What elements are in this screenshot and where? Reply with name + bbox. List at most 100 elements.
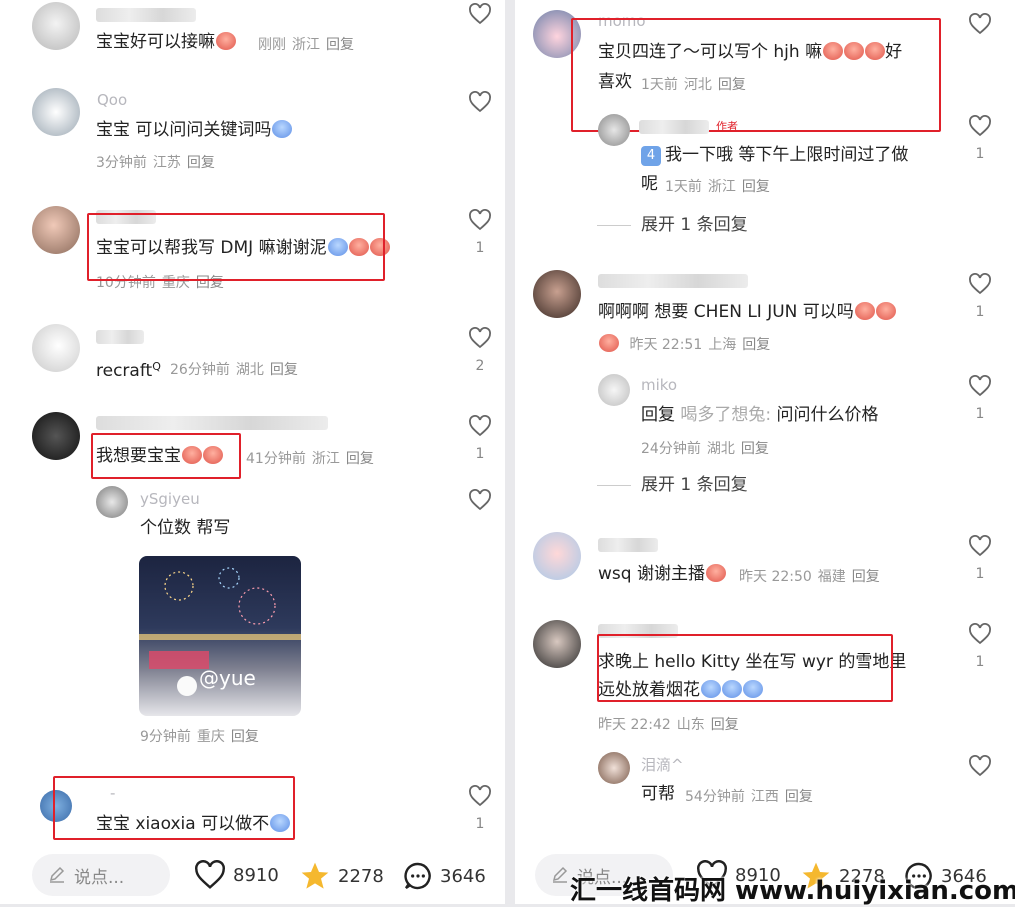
avatar[interactable] [598, 114, 630, 146]
username-blurred [598, 538, 658, 552]
comment-text: 回复 喝多了想兔: 问问什么价格 [641, 405, 879, 425]
avatar[interactable] [533, 532, 581, 580]
like-count: 2 [475, 358, 485, 374]
comment-meta: 3分钟前 江苏 回复 [96, 155, 215, 171]
reply-link[interactable]: 回复 [711, 717, 739, 733]
comment-meta: 26分钟前 湖北 回复 [170, 362, 298, 378]
comment-text: 宝宝 可以问问关键词吗 [96, 118, 293, 142]
comment-meta: 昨天 22:42 山东 回复 [598, 717, 739, 733]
avatar[interactable] [32, 412, 80, 460]
reply-link[interactable]: 回复 [326, 37, 354, 53]
like-heart-icon[interactable] [467, 208, 493, 232]
like-heart-icon[interactable] [967, 374, 993, 398]
like-heart-icon[interactable] [467, 784, 493, 808]
emoji-icon [854, 302, 875, 320]
likes-stat[interactable]: 8910 [193, 860, 279, 890]
site-watermark: 汇一线首码网 www.huiyixian.com [570, 876, 1015, 906]
emoji-icon [216, 32, 236, 50]
expand-replies-link[interactable]: 展开 1 条回复 [597, 210, 748, 235]
search-icon: Q [152, 360, 161, 373]
like-heart-icon[interactable] [467, 326, 493, 350]
highlight-box [597, 634, 893, 702]
like-heart-icon[interactable] [467, 414, 493, 438]
username-blurred [96, 330, 144, 344]
avatar[interactable] [32, 88, 80, 136]
left-comment-panel: 宝宝好可以接嘛 刚刚 浙江 回复 Qoo 宝宝 可以问问关键词吗 3分钟前 江苏 回复 … [0, 0, 505, 904]
bottom-bar: 说点... 8910 2278 3646 [0, 842, 505, 904]
like-count: 1 [475, 446, 485, 462]
photo-caption: @yue [199, 666, 256, 690]
avatar[interactable] [32, 324, 80, 372]
comment-meta: 9分钟前 重庆 回复 [140, 729, 259, 745]
username-blurred [598, 274, 748, 288]
reply-link[interactable]: 回复 [346, 451, 374, 467]
like-heart-icon[interactable] [467, 488, 493, 512]
comment-meta: 24分钟前 湖北 回复 [641, 441, 769, 457]
like-heart-icon[interactable] [467, 90, 493, 114]
username-blurred [96, 416, 328, 430]
like-count: 1 [975, 406, 985, 422]
reply-link[interactable]: 回复 [742, 337, 770, 353]
comment-meta: 昨天 22:51 上海 回复 [598, 334, 776, 354]
reply-link[interactable]: 回复 [741, 441, 769, 457]
panel-divider [505, 0, 515, 904]
like-count: 1 [975, 654, 985, 670]
reply-link[interactable]: 回复 [231, 729, 259, 745]
reply-link[interactable]: 回复 [785, 789, 813, 805]
right-comment-panel: momo 宝贝四连了～可以写个 hjh 嘛好 喜欢 1天前 河北 回复 作者 4 我一… [515, 0, 1015, 904]
comment-text: 可帮 [641, 784, 675, 804]
emoji-icon [599, 334, 619, 352]
like-heart-icon[interactable] [967, 12, 993, 36]
like-heart-icon[interactable] [967, 622, 993, 646]
comment-meta: 昨天 22:50 福建 回复 [739, 569, 880, 585]
like-heart-icon[interactable] [967, 754, 993, 778]
like-heart-icon[interactable] [467, 2, 493, 26]
username[interactable]: 泪滴^ [641, 754, 684, 775]
avatar[interactable] [533, 270, 581, 318]
comment-meta: 刚刚 浙江 回复 [258, 37, 354, 53]
number-badge: 4 [641, 146, 661, 166]
like-count: 1 [475, 816, 485, 832]
reply-link[interactable]: 回复 [852, 569, 880, 585]
comment-bubble-icon [404, 862, 431, 890]
comments-stat[interactable]: 3646 [402, 860, 486, 892]
username[interactable]: ySgiyeu [140, 490, 200, 508]
username[interactable]: Qoo [97, 91, 127, 109]
like-heart-icon[interactable] [967, 114, 993, 138]
username-blurred [96, 8, 196, 22]
highlight-box [91, 433, 241, 479]
comment-text: 个位数 帮写 [140, 518, 231, 538]
avatar[interactable] [533, 620, 581, 668]
highlight-box [571, 18, 941, 132]
reply-link[interactable]: 回复 [187, 155, 215, 171]
favorites-stat[interactable]: 2278 [298, 860, 384, 892]
comment-meta: 54分钟前 江西 回复 [685, 789, 813, 805]
reply-link[interactable]: 回复 [742, 179, 770, 195]
avatar[interactable] [598, 374, 630, 406]
star-icon [301, 862, 329, 889]
like-count: 1 [475, 240, 485, 256]
like-count: 1 [975, 146, 985, 162]
comment-input[interactable]: 说点... [32, 854, 170, 896]
comment-text: wsq 谢谢主播 [598, 562, 726, 586]
emoji-icon [875, 302, 896, 320]
avatar[interactable] [598, 752, 630, 784]
author-tag: 作者 [716, 120, 738, 133]
avatar[interactable] [32, 2, 80, 50]
like-heart-icon[interactable] [967, 272, 993, 296]
like-heart-icon[interactable] [967, 534, 993, 558]
expand-replies-link[interactable]: 展开 1 条回复 [597, 470, 748, 495]
avatar[interactable] [32, 206, 80, 254]
reply-link[interactable]: 回复 [270, 362, 298, 378]
pencil-icon [49, 866, 65, 883]
pencil-icon [552, 866, 568, 883]
comment-text-line2: 呢 [641, 174, 658, 194]
comment-meta: 41分钟前 浙江 回复 [246, 451, 374, 467]
comment-text: 4 我一下哦 等下午上限时间过了做 [641, 143, 908, 167]
comment-photo[interactable]: @yue [139, 556, 301, 716]
comment-meta: 1天前 浙江 回复 [665, 179, 770, 195]
username-blurred [639, 120, 709, 134]
avatar[interactable] [96, 486, 128, 518]
like-count: 1 [975, 566, 985, 582]
username[interactable]: miko [641, 376, 677, 394]
